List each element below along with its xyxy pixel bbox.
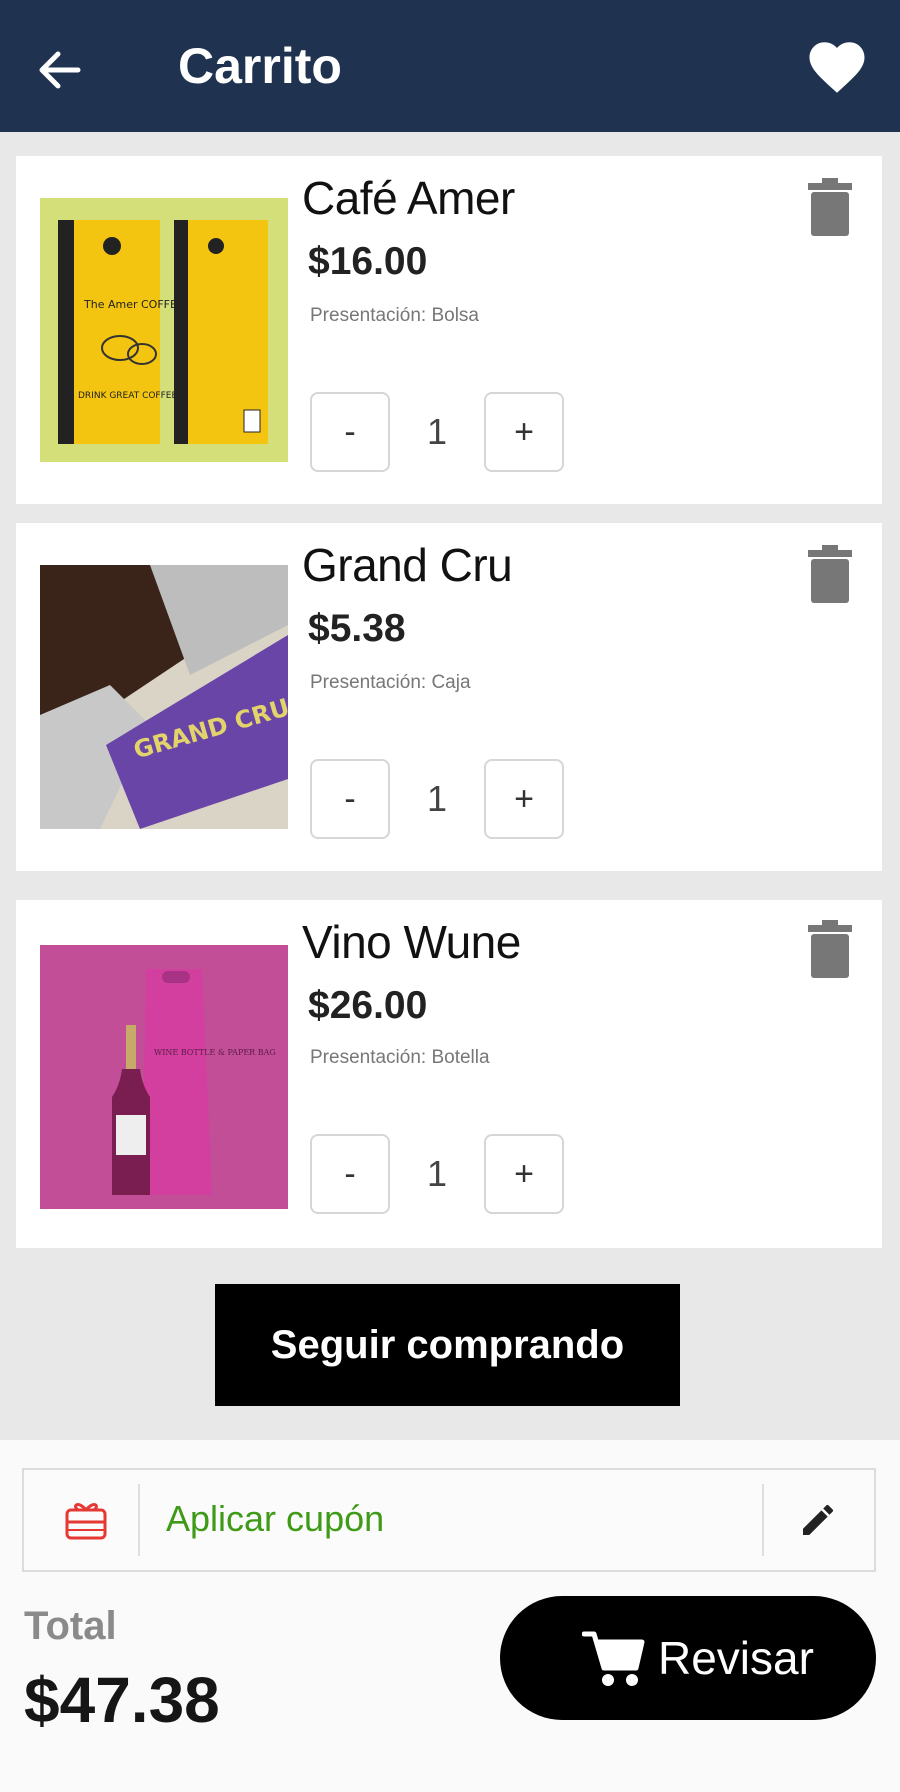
delete-item-button[interactable] <box>808 178 852 236</box>
checkout-panel: Aplicar cupón Total $47.38 Revisar <box>0 1440 900 1792</box>
delete-item-button[interactable] <box>808 920 852 978</box>
chocolate-box-image: GRAND CRU <box>40 565 288 829</box>
back-button[interactable] <box>32 40 88 96</box>
increase-quantity-button[interactable]: + <box>484 392 564 472</box>
heart-icon <box>809 42 865 93</box>
decrease-quantity-button[interactable]: - <box>310 392 390 472</box>
increase-quantity-button[interactable]: + <box>484 1134 564 1214</box>
coupon-divider <box>138 1484 140 1556</box>
delete-item-button[interactable] <box>808 545 852 603</box>
increase-quantity-button[interactable]: + <box>484 759 564 839</box>
product-name: Grand Cru <box>302 539 513 591</box>
continue-shopping-button[interactable]: Seguir comprando <box>215 1284 680 1406</box>
arrow-left-icon <box>39 51 81 89</box>
wine-bottle-image: WINE BOTTLE & PAPER BAG <box>40 945 288 1209</box>
review-button-label: Revisar <box>658 1632 814 1684</box>
product-name: Café Amer <box>302 172 515 224</box>
shopping-cart-icon <box>582 1631 645 1686</box>
top-app-bar: Carrito <box>0 0 900 132</box>
quantity-value: 1 <box>426 411 448 452</box>
trash-icon <box>808 920 852 978</box>
cart-item-card: WINE BOTTLE & PAPER BAG Vino Wune $26.00… <box>16 900 882 1248</box>
cart-item-card: The Amer COFFEE DRINK GREAT COFFEE Café … <box>16 156 882 504</box>
quantity-value: 1 <box>426 778 448 819</box>
gift-card-icon <box>65 1503 107 1540</box>
product-price: $5.38 <box>308 607 406 650</box>
coupon-label: Aplicar cupón <box>166 1498 385 1539</box>
trash-icon <box>808 178 852 236</box>
cart-item-card: GRAND CRU Grand Cru $5.38 Presentación: … <box>16 523 882 871</box>
coffee-bag-label: The Amer COFFEE <box>83 298 184 311</box>
product-price: $26.00 <box>308 984 428 1027</box>
product-presentation: Presentación: Caja <box>310 672 471 693</box>
review-cart-button[interactable]: Revisar <box>500 1596 876 1720</box>
product-presentation: Presentación: Bolsa <box>310 305 479 326</box>
decrease-quantity-button[interactable]: - <box>310 1134 390 1214</box>
wine-bag-label: WINE BOTTLE & PAPER BAG <box>154 1048 276 1057</box>
trash-icon <box>808 545 852 603</box>
product-price: $16.00 <box>308 240 428 283</box>
pencil-icon[interactable] <box>798 1500 838 1540</box>
apply-coupon-field[interactable]: Aplicar cupón <box>22 1468 876 1572</box>
quantity-value: 1 <box>426 1153 448 1194</box>
product-presentation: Presentación: Botella <box>310 1047 490 1068</box>
decrease-quantity-button[interactable]: - <box>310 759 390 839</box>
coffee-bag-back-label: DRINK GREAT COFFEE <box>78 391 177 401</box>
page-title: Carrito <box>178 38 342 94</box>
favorites-button[interactable] <box>804 34 870 100</box>
coupon-divider <box>762 1484 764 1556</box>
product-name: Vino Wune <box>302 916 521 968</box>
coffee-bag-image: The Amer COFFEE DRINK GREAT COFFEE <box>40 198 288 462</box>
total-label: Total <box>24 1604 117 1648</box>
total-amount: $47.38 <box>24 1664 220 1736</box>
